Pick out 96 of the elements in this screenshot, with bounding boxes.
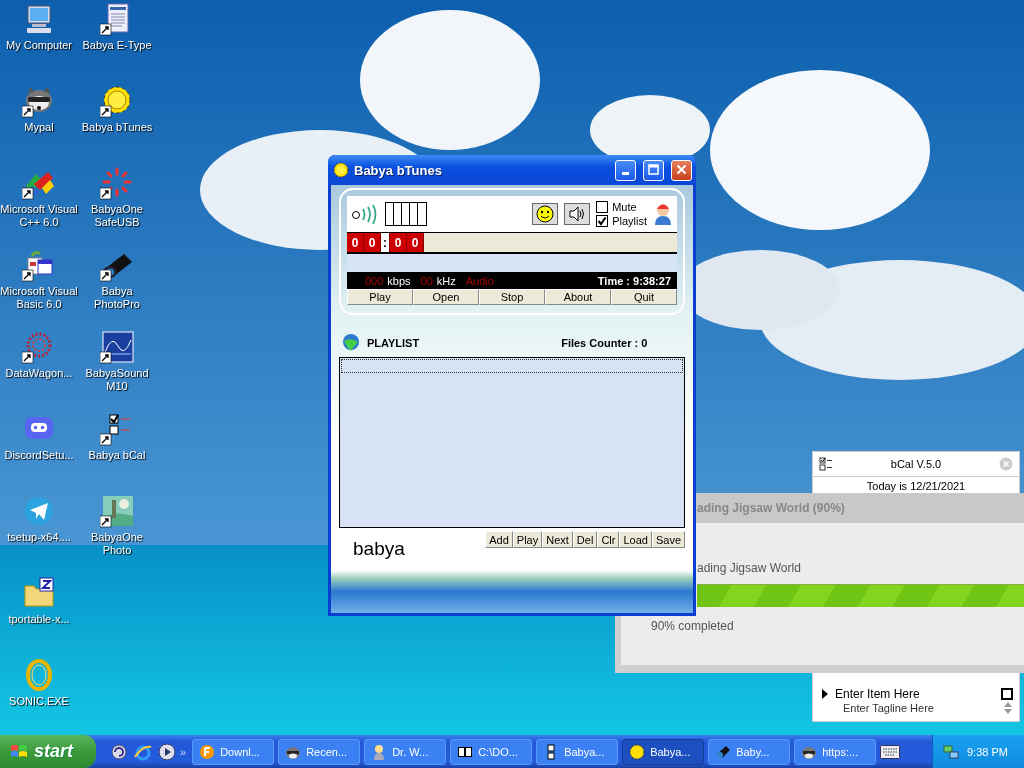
- files-counter: Files Counter : 0: [561, 337, 648, 349]
- paper-plane-icon[interactable]: [22, 494, 56, 528]
- control-button[interactable]: Open: [413, 289, 479, 305]
- playlist-button[interactable]: Play: [512, 531, 543, 548]
- taskbar-button[interactable]: C:\DO...: [450, 738, 533, 765]
- maximize-icon: [648, 163, 659, 175]
- keyboard-icon[interactable]: [880, 744, 901, 759]
- tagline-text: Enter Tagline Here: [842, 702, 935, 714]
- readout-value: 00: [420, 274, 433, 287]
- refresh-icon[interactable]: [110, 742, 128, 761]
- item-text: Enter Item Here: [835, 687, 921, 701]
- icon-label[interactable]: BabyaOne Photo: [77, 531, 157, 557]
- counter-digit: 0: [407, 233, 424, 252]
- icon-label[interactable]: BabyaSound M10: [77, 367, 157, 393]
- calendar-icon[interactable]: [22, 248, 56, 282]
- readout-value: Audio: [465, 274, 494, 287]
- window-title: Babya bTunes: [354, 162, 443, 178]
- playlist-button[interactable]: Clr: [597, 531, 620, 548]
- taskbar-button[interactable]: Babya...: [622, 738, 705, 765]
- counter-digit: 0: [390, 233, 407, 252]
- clock-text: 9:38 PM: [967, 745, 1008, 758]
- taskbar-button[interactable]: Downl...: [192, 738, 275, 765]
- checkbox[interactable]: [1001, 688, 1013, 700]
- control-button[interactable]: About: [545, 289, 611, 305]
- checkbox-label[interactable]: Playlist: [612, 215, 647, 227]
- icon-label[interactable]: Babya bCal: [88, 449, 146, 462]
- minimize-button[interactable]: [615, 159, 636, 181]
- icon-label[interactable]: tportable-x...: [8, 613, 70, 626]
- speaker-button[interactable]: [564, 203, 591, 225]
- taskbar-button[interactable]: Recen...: [278, 738, 361, 765]
- expand-arrow-icon[interactable]: [821, 688, 829, 700]
- sun-icon[interactable]: [100, 84, 134, 118]
- globe-icon: [341, 333, 361, 353]
- control-button[interactable]: Quit: [611, 289, 677, 305]
- counter-digit: :: [381, 233, 390, 252]
- playlist-button[interactable]: Next: [542, 531, 573, 548]
- signal-waves-icon: [351, 203, 379, 225]
- dialog-title: ading Jigsaw World (90%): [697, 501, 845, 515]
- icon-label[interactable]: Mypal: [24, 121, 54, 134]
- brand-text: babya: [353, 538, 405, 560]
- date-text: Today is 12/21/2021: [865, 479, 967, 493]
- time-text: Time : 9:38:27: [597, 274, 671, 287]
- icon-label[interactable]: Babya PhotoPro: [77, 285, 157, 311]
- smiley-icon: [536, 205, 555, 223]
- playlist-box[interactable]: [339, 357, 685, 528]
- chart-icon[interactable]: [100, 330, 134, 364]
- icon-label[interactable]: Babya E-Type: [82, 39, 152, 52]
- close-icon: [676, 163, 687, 175]
- readout-unit: kbps: [387, 274, 411, 287]
- folder-icon[interactable]: [22, 576, 56, 610]
- sun-icon: [333, 162, 349, 178]
- readout-unit: kHz: [436, 274, 456, 287]
- close-button[interactable]: [671, 159, 692, 181]
- playlist-button[interactable]: Add: [485, 531, 513, 548]
- smiley-button[interactable]: [532, 203, 559, 225]
- counter-digit: 0: [364, 233, 381, 252]
- letter-icon: [199, 743, 216, 760]
- spinner-icon[interactable]: [100, 166, 134, 200]
- maximize-button[interactable]: [643, 159, 664, 181]
- status-text: 90% completed: [650, 618, 735, 633]
- readout-value: 000: [365, 274, 384, 287]
- checkbox[interactable]: [596, 215, 609, 227]
- icon-label[interactable]: Babya bTunes: [81, 121, 153, 134]
- start-button[interactable]: start: [0, 735, 96, 768]
- taskbar-button[interactable]: Baby...: [708, 738, 791, 765]
- icon-label[interactable]: BabyaOne SafeUSB: [77, 203, 157, 229]
- taskbar-button[interactable]: Dr. W...: [364, 738, 447, 765]
- loading-message: ading Jigsaw World: [697, 561, 801, 575]
- focus-row[interactable]: [341, 359, 683, 373]
- user-icon[interactable]: [653, 202, 673, 226]
- taskbar-button[interactable]: Babya...: [536, 738, 619, 765]
- icon-label[interactable]: My Computer: [6, 39, 72, 52]
- media-player-icon[interactable]: [158, 742, 176, 761]
- control-button[interactable]: Stop: [479, 289, 545, 305]
- chevron-button[interactable]: »: [180, 745, 187, 758]
- sun-icon: [629, 743, 646, 760]
- section-title: PLAYLIST: [367, 337, 420, 349]
- taskbar-button[interactable]: https:...: [794, 738, 877, 765]
- playlist-button[interactable]: Del: [572, 531, 598, 548]
- checkbox-label[interactable]: Mute: [612, 201, 637, 213]
- playlist-button[interactable]: Load: [619, 531, 652, 548]
- icon-label[interactable]: DiscordSetu...: [4, 449, 74, 462]
- widget-title: bCal V.5.0: [889, 458, 943, 470]
- control-button[interactable]: Play: [347, 289, 413, 305]
- icon-label[interactable]: Microsoft Visual C++ 6.0: [0, 203, 79, 229]
- icon-label[interactable]: Microsoft Visual Basic 6.0: [0, 285, 79, 311]
- counter-digit: 0: [347, 233, 364, 252]
- network-icon[interactable]: [943, 743, 959, 760]
- speaker-icon: [568, 206, 587, 222]
- icon-label[interactable]: tsetup-x64....: [7, 531, 71, 544]
- playlist-button[interactable]: Save: [651, 531, 685, 548]
- level-meter-icon: [385, 202, 427, 226]
- icon-label[interactable]: DataWagon...: [5, 367, 73, 380]
- checkbox[interactable]: [596, 201, 609, 213]
- photo-icon[interactable]: [100, 494, 134, 528]
- camera-lens-icon: [715, 743, 732, 760]
